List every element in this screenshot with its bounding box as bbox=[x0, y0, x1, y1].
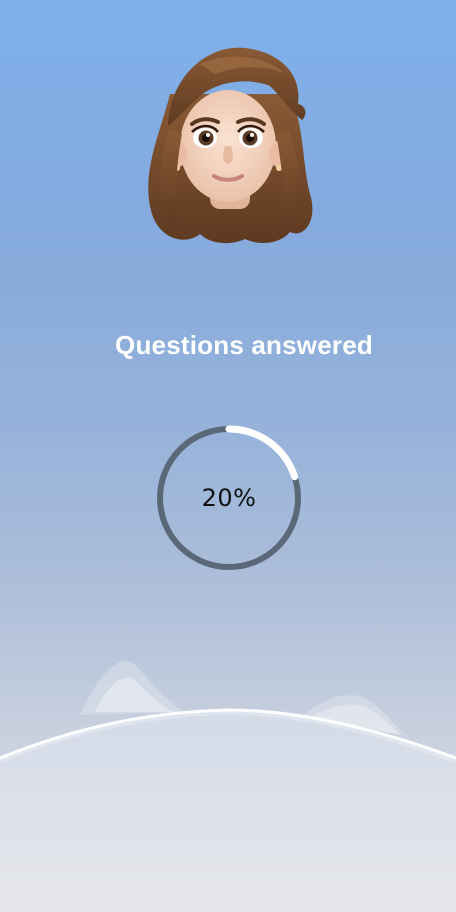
page-title: Questions answered bbox=[115, 330, 373, 360]
progress-percentage: 20% bbox=[201, 484, 257, 512]
progress-indicator: 20% bbox=[155, 425, 303, 571]
questions-progress-screen: Questions answered 20% bbox=[0, 0, 456, 912]
horizon-decoration bbox=[0, 661, 456, 912]
memoji-avatar-icon bbox=[130, 34, 320, 246]
